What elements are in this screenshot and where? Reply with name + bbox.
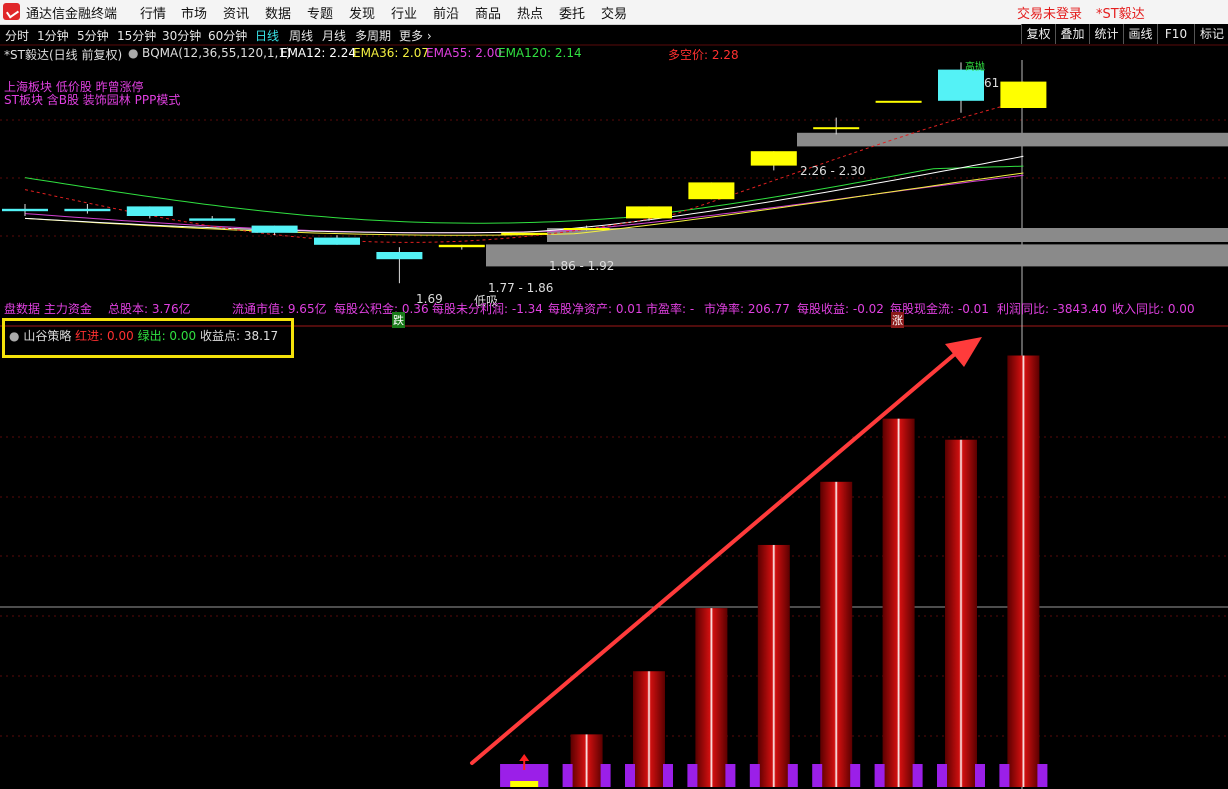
- strategy-bar: [882, 418, 915, 787]
- candle-body: [750, 151, 797, 166]
- strategy-bar: [1007, 355, 1040, 787]
- purple-block: [749, 764, 760, 787]
- purple-block: [1037, 764, 1048, 787]
- strategy-bar: [757, 544, 790, 787]
- purple-block: [725, 764, 736, 787]
- candle-body: [938, 69, 984, 101]
- up-marker: 涨: [891, 312, 904, 328]
- zone-lower-label: 1.86 - 1.92: [549, 259, 615, 273]
- purple-block: [812, 764, 823, 787]
- signal-yellow-base: [510, 781, 539, 787]
- strategy-bar: [695, 608, 728, 787]
- chart-canvas[interactable]: [0, 0, 1228, 789]
- strategy-bar: [633, 671, 665, 787]
- candle-body: [813, 127, 860, 130]
- candle-body: [376, 252, 423, 260]
- candle-body: [501, 232, 548, 235]
- info-reserve: 每股公积金: 0.36: [334, 302, 429, 316]
- info-nav: 每股净资产: 0.01: [548, 302, 643, 316]
- candle-body: [438, 244, 485, 248]
- info-pe: 市盈率: -: [646, 302, 695, 316]
- purple-block: [874, 764, 885, 787]
- strategy-row: ● 山谷策略 红进: 0.00 绿出: 0.00 收益点: 38.17: [9, 327, 278, 344]
- purple-block: [600, 764, 611, 787]
- info-total-share: 总股本: 3.76亿: [108, 302, 191, 316]
- trend-arrow-head-icon: [945, 337, 982, 367]
- candle-body: [189, 218, 236, 221]
- purple-block: [663, 764, 673, 787]
- high-tag-label: 高抛: [965, 62, 985, 73]
- purple-block: [562, 764, 573, 787]
- candle-body: [875, 100, 922, 103]
- info-eps: 每股收益: -0.02: [797, 302, 884, 316]
- strategy-bar: [945, 439, 977, 787]
- grid-lines: [0, 44, 1228, 789]
- strategy-red-in: 红进: 0.00: [75, 329, 134, 343]
- zone-upper-band: [797, 132, 1228, 147]
- candle-body: [126, 206, 173, 216]
- strategy-green-out: 绿出: 0.00: [137, 329, 197, 343]
- info-revenue-yoy: 收入同比: 0.00: [1112, 302, 1195, 316]
- candle-body: [563, 228, 610, 230]
- strategy-bars: [500, 355, 1048, 787]
- candle-body: [2, 208, 48, 212]
- strategy-bar: [570, 734, 603, 787]
- duokong-line: [24, 100, 1024, 243]
- info-undistributed: 每股未分利润: -1.34: [432, 302, 543, 316]
- candle-body: [64, 208, 111, 212]
- strategy-name[interactable]: 山谷策略: [23, 329, 71, 343]
- purple-block: [787, 764, 798, 787]
- strategy-highlight-box: ● 山谷策略 红进: 0.00 绿出: 0.00 收益点: 38.17: [2, 318, 294, 358]
- down-marker: 跌: [392, 312, 405, 328]
- info-pb: 市净率: 206.77: [704, 302, 790, 316]
- purple-block: [850, 764, 861, 787]
- price-zones: [486, 132, 1228, 267]
- info-partial-left: 盘数据 主力资金: [4, 302, 92, 316]
- info-float-mv: 流通市值: 9.65亿: [232, 302, 327, 316]
- purple-block: [937, 764, 947, 787]
- zone-upper-label: 2.26 - 2.30: [800, 164, 866, 178]
- purple-block: [687, 764, 698, 787]
- candle-body: [314, 237, 360, 245]
- candle-body: [251, 225, 298, 233]
- candle-body: [626, 206, 672, 219]
- strategy-bar: [820, 481, 853, 787]
- strategy-profit-points: 收益点: 38.17: [199, 329, 279, 343]
- candle-body: [688, 182, 735, 200]
- signal-arrow-up-icon: [519, 754, 530, 761]
- high-value-label: 61: [984, 76, 1000, 90]
- purple-block: [999, 764, 1010, 787]
- zone-lower-band: [547, 228, 1228, 242]
- info-profit-yoy: 利润同比: -3843.40: [997, 302, 1107, 316]
- moving-average-lines: [24, 100, 1024, 243]
- info-cashflow: 每股现金流: -0.01: [890, 302, 989, 316]
- purple-block: [975, 764, 985, 787]
- candle-body: [1000, 81, 1047, 108]
- purple-block: [625, 764, 635, 787]
- purple-block: [912, 764, 923, 787]
- strategy-dot-icon[interactable]: ●: [9, 329, 19, 343]
